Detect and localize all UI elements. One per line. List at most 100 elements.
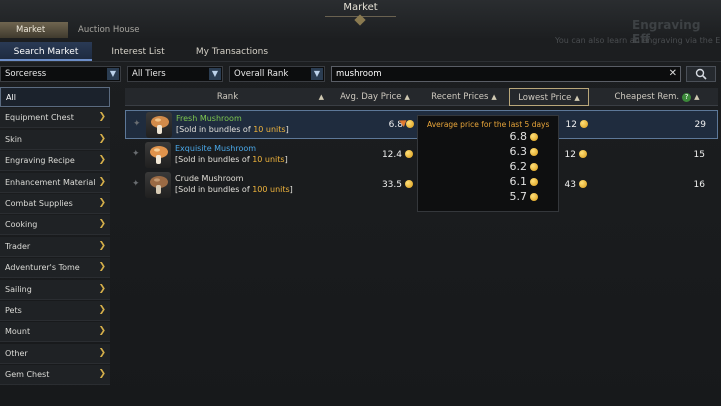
title-bar: Market — [0, 0, 721, 26]
sidebar-item-combat-supplies[interactable]: Combat Supplies ❯ — [0, 193, 110, 214]
star-icon[interactable]: ✦ — [132, 149, 140, 159]
sidebar-item-other[interactable]: Other ❯ — [0, 343, 110, 364]
sidebar-item-trader[interactable]: Trader ❯ — [0, 236, 110, 257]
chevron-down-icon[interactable]: ▼ — [107, 68, 119, 80]
star-icon[interactable]: ✦ — [132, 179, 140, 189]
col-cheapest-rem[interactable]: Cheapest Rem.? ▲ — [596, 88, 718, 106]
gold-coin-icon — [530, 178, 538, 186]
col-cheapest-label: Cheapest Rem. — [614, 92, 680, 102]
sidebar-item-label: Gem Chest — [5, 370, 50, 380]
bundle-suffix: ] — [285, 125, 289, 134]
sidebar-item-label: Trader — [5, 241, 31, 251]
item-bundle: [Sold in bundles of 100 units] — [175, 185, 293, 194]
class-select-value: Sorceress — [5, 69, 47, 79]
tab-interest-list[interactable]: Interest List — [92, 42, 184, 61]
col-lowest-price[interactable]: Lowest Price ▲ — [509, 88, 589, 106]
crude-mushroom-icon — [145, 172, 171, 198]
tab-my-transactions[interactable]: My Transactions — [184, 42, 280, 61]
lowest-price-value: 12 — [564, 150, 576, 160]
tab-auction-house[interactable]: Auction House — [68, 22, 158, 38]
tooltip-value-text: 6.2 — [509, 160, 528, 173]
gold-coin-icon — [530, 148, 538, 156]
help-icon[interactable]: ? — [682, 93, 692, 102]
col-rank[interactable]: Rank ▲ — [125, 88, 330, 106]
tooltip-value-text: 6.8 — [509, 130, 528, 143]
sidebar-item-label: Adventurer's Tome — [5, 263, 80, 273]
price-history-tooltip: Average price for the last 5 days 6.8 6.… — [417, 115, 559, 212]
category-sidebar: All Equipment Chest ❯ Skin ❯ Engraving Rec… — [0, 87, 110, 386]
chevron-down-icon[interactable]: ▼ — [311, 68, 323, 80]
col-recent-prices[interactable]: Recent Prices ▲ — [422, 88, 506, 106]
class-select[interactable]: Sorceress ▼ — [0, 66, 121, 82]
sub-tabs: Search Market Interest List My Transacti… — [0, 42, 721, 62]
chevron-down-icon: ❯ — [98, 155, 106, 166]
sidebar-item-mount[interactable]: Mount ❯ — [0, 322, 110, 343]
sidebar-item-cooking[interactable]: Cooking ❯ — [0, 215, 110, 236]
tooltip-value: 5.7 — [478, 190, 538, 203]
sidebar-item-adventurers-tome[interactable]: Adventurer's Tome ❯ — [0, 258, 110, 279]
sidebar-item-gem-chest[interactable]: Gem Chest ❯ — [0, 365, 110, 386]
lowest-price-value: 12 — [565, 120, 577, 130]
avg-price-value: 12.4 — [381, 150, 402, 160]
lowest-price-value: 43 — [564, 180, 576, 190]
bundle-prefix: [Sold in bundles of — [175, 185, 253, 194]
top-tabs: Market Auction House — [0, 22, 158, 38]
chevron-down-icon: ❯ — [98, 304, 106, 315]
item-name: Crude Mushroom — [175, 174, 244, 183]
sidebar-item-label: Enhancement Material — [5, 177, 96, 187]
sort-up-icon: ▲ — [694, 93, 700, 101]
search-input[interactable]: mushroom ✕ — [331, 66, 681, 82]
sidebar-item-skin[interactable]: Skin ❯ — [0, 129, 110, 150]
exquisite-mushroom-icon — [145, 142, 171, 168]
chevron-down-icon: ❯ — [98, 283, 106, 294]
chevron-down-icon: ❯ — [98, 219, 106, 230]
bundle-prefix: [Sold in bundles of — [176, 125, 254, 134]
sidebar-item-enhancement-material[interactable]: Enhancement Material ❯ — [0, 172, 110, 193]
col-recent-label: Recent Prices — [431, 92, 489, 102]
sidebar-item-label: Combat Supplies — [5, 198, 73, 208]
tier-select[interactable]: All Tiers ▼ — [127, 66, 223, 82]
bundle-qty: 10 units — [253, 125, 286, 134]
sidebar-item-pets[interactable]: Pets ❯ — [0, 300, 110, 321]
bundle-suffix: ] — [284, 155, 288, 164]
tooltip-value-text: 5.7 — [509, 190, 528, 203]
fresh-mushroom-icon — [146, 112, 172, 138]
tooltip-value: 6.2 — [478, 160, 538, 173]
item-name: Fresh Mushroom — [176, 114, 242, 123]
sort-up-icon: ▲ — [491, 93, 497, 101]
star-icon[interactable]: ✦ — [133, 119, 141, 129]
sidebar-item-sailing[interactable]: Sailing ❯ — [0, 279, 110, 300]
tooltip-value: 6.8 — [478, 130, 538, 143]
gold-coin-icon — [405, 150, 413, 158]
gold-coin-icon — [530, 193, 538, 201]
cheapest-rem: 15 — [693, 150, 705, 160]
chevron-down-icon: ❯ — [98, 197, 106, 208]
bundle-suffix: ] — [289, 185, 293, 194]
chevron-down-icon: ❯ — [98, 347, 106, 358]
gold-coin-icon — [405, 180, 413, 188]
tooltip-value-text: 6.1 — [509, 175, 528, 188]
search-button[interactable] — [686, 66, 716, 82]
tooltip-value-text: 6.3 — [509, 145, 528, 158]
sidebar-item-engraving-recipe[interactable]: Engraving Recipe ❯ — [0, 151, 110, 172]
bundle-qty: 100 units — [252, 185, 290, 194]
tab-search-market[interactable]: Search Market — [0, 42, 92, 61]
tab-market[interactable]: Market — [0, 22, 68, 38]
chevron-down-icon: ❯ — [98, 262, 106, 273]
sidebar-item-all[interactable]: All — [0, 87, 110, 107]
gold-coin-icon — [579, 180, 587, 188]
col-avg-day-price[interactable]: Avg. Day Price ▲ — [333, 88, 417, 106]
search-input-value: mushroom — [336, 69, 382, 79]
tooltip-value: 6.3 — [478, 145, 538, 158]
sort-up-icon: ▲ — [574, 94, 580, 102]
market-window: Market Market Auction House Search Marke… — [0, 0, 721, 406]
tooltip-value: 6.1 — [478, 175, 538, 188]
rank-select[interactable]: Overall Rank ▼ — [229, 66, 325, 82]
close-icon[interactable]: ✕ — [669, 67, 677, 81]
sidebar-item-equipment-chest[interactable]: Equipment Chest ❯ — [0, 108, 110, 129]
cheapest-rem: 29 — [694, 120, 706, 130]
sidebar-item-label: Mount — [5, 327, 31, 337]
sidebar-item-label: Sailing — [5, 284, 32, 294]
chevron-down-icon[interactable]: ▼ — [209, 68, 221, 80]
sidebar-item-label: Pets — [5, 305, 22, 315]
